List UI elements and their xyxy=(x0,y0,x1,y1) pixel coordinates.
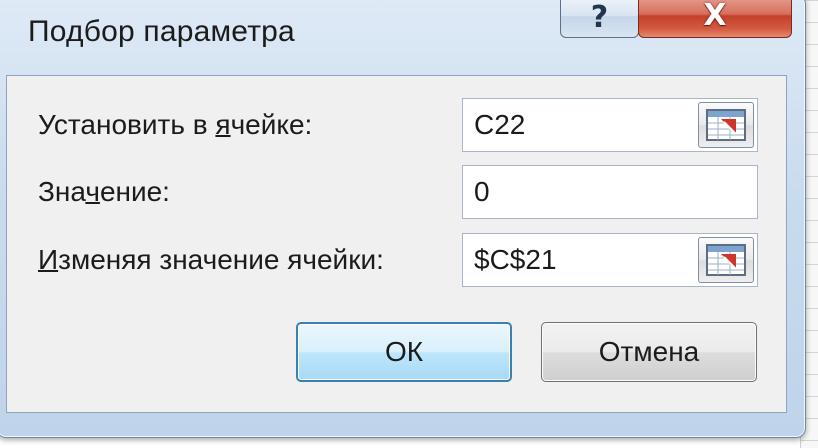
changing-cell-label: Изменяя значение ячейки: xyxy=(38,244,384,275)
changing-cell-accelerator: И xyxy=(38,244,59,275)
changing-cell-input[interactable] xyxy=(463,234,693,286)
set-cell-ref-button[interactable] xyxy=(698,102,754,148)
to-value-accelerator: ч xyxy=(85,176,100,207)
to-value-field xyxy=(462,165,758,219)
set-cell-field xyxy=(462,98,758,152)
range-select-icon xyxy=(706,244,746,276)
goal-seek-window: Подбор параметра ? X Установить в ячейке… xyxy=(0,0,818,448)
dialog-title: Подбор параметра xyxy=(28,15,295,48)
ok-button[interactable]: ОК xyxy=(296,322,512,382)
to-value-label: Значение: xyxy=(38,176,170,207)
set-cell-input[interactable] xyxy=(463,99,693,151)
set-cell-label: Установить в ячейке: xyxy=(38,109,313,140)
help-button[interactable]: ? xyxy=(560,0,639,38)
close-button[interactable]: X xyxy=(638,0,792,38)
help-icon: ? xyxy=(590,0,609,35)
to-value-input[interactable] xyxy=(463,166,753,218)
cancel-button[interactable]: Отмена xyxy=(541,322,757,382)
changing-cell-ref-button[interactable] xyxy=(698,237,754,283)
range-select-icon xyxy=(706,109,746,141)
set-cell-accelerator: я xyxy=(215,109,231,140)
dialog-frame: Подбор параметра ? X Установить в ячейке… xyxy=(0,0,806,438)
close-icon: X xyxy=(703,0,727,33)
changing-cell-field xyxy=(462,233,758,287)
dialog-body: Установить в ячейке: C22 Значение: 0 Изм… xyxy=(6,75,787,413)
